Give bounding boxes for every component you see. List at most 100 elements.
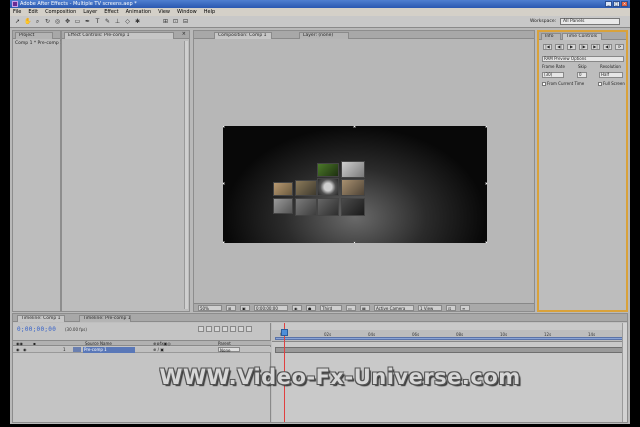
project-tab-row: Project (13, 31, 60, 39)
frame-blending-icon[interactable] (222, 326, 228, 332)
pen-tool-icon[interactable]: ✒ (84, 18, 91, 25)
menu-composition[interactable]: Composition (45, 9, 76, 15)
layer-visibility-icon[interactable]: ◉ (16, 347, 20, 352)
menu-window[interactable]: Window (177, 9, 197, 15)
motion-blur-icon[interactable] (230, 326, 236, 332)
bounding-handle[interactable] (353, 241, 356, 243)
show-channel-icon[interactable]: ● (306, 305, 316, 311)
type-tool-icon[interactable]: T (94, 18, 101, 25)
tab-project[interactable]: Project (15, 32, 53, 39)
view-axis-mode-icon[interactable]: ⊟ (182, 18, 189, 25)
frame-rate-field[interactable]: (30) (542, 72, 564, 78)
bounding-handle[interactable] (223, 241, 225, 243)
mask-tool-icon[interactable]: ▭ (74, 18, 81, 25)
time-tab-row: Info Time Controls (539, 32, 626, 40)
layer-row[interactable]: ◉ ◉ 1 Pre-comp 1 ⊕ / ▣ None (13, 347, 271, 353)
tab-layer[interactable]: Layer: (none) (299, 32, 349, 39)
bounding-handle[interactable] (353, 126, 356, 128)
snapshot-icon[interactable]: ◉ (292, 305, 302, 311)
current-time-indicator-handle[interactable] (281, 329, 288, 336)
menu-help[interactable]: Help (204, 9, 215, 15)
draft-3d-icon[interactable] (206, 326, 212, 332)
region-of-interest-icon[interactable]: ▭ (346, 305, 356, 311)
layer-audio-icon[interactable]: ◉ (23, 347, 27, 352)
skip-field[interactable]: 0 (577, 72, 587, 78)
next-frame-button[interactable]: |▶ (579, 44, 588, 50)
resolution-dropdown[interactable]: Third (320, 305, 342, 311)
maximize-button[interactable]: □ (613, 1, 620, 7)
transparency-grid-icon[interactable]: ▦ (360, 305, 370, 311)
full-screen-option[interactable]: Full Screen (598, 81, 625, 87)
selection-tool-icon[interactable]: ➚ (14, 18, 21, 25)
current-time-field[interactable]: 0;00;00;00 (254, 305, 288, 311)
menu-animation[interactable]: Animation (126, 9, 152, 15)
tab-composition[interactable]: Composition: Comp 1 (214, 32, 272, 39)
view-layout-dropdown[interactable]: 1 View (418, 305, 442, 311)
audio-button[interactable]: ◀) (603, 44, 612, 50)
play-button[interactable]: ▶ (567, 44, 576, 50)
bounding-handle[interactable] (485, 126, 487, 128)
workspace-dropdown[interactable]: All Panels (560, 18, 620, 25)
puppet-tool-icon[interactable]: ✱ (134, 18, 141, 25)
layer-label-color[interactable] (73, 347, 81, 352)
local-axis-mode-icon[interactable]: ⊞ (162, 18, 169, 25)
toggle-pixel-aspect-icon[interactable]: ⊡ (446, 305, 456, 311)
tab-effect-controls[interactable]: Effect Controls: Pre-comp 1 (64, 32, 174, 39)
menu-view[interactable]: View (158, 9, 170, 15)
layer-name[interactable]: Pre-comp 1 (83, 347, 135, 353)
tab-timeline-comp1[interactable]: Timeline: Comp 1 (17, 315, 65, 322)
from-current-time-option[interactable]: From Current Time (542, 81, 584, 87)
zoom-tool-icon[interactable]: ⌕ (34, 18, 41, 25)
zoom-dropdown[interactable]: 50% (198, 305, 222, 311)
bounding-handle[interactable] (485, 241, 487, 243)
menu-edit[interactable]: Edit (28, 9, 38, 15)
camera-view-dropdown[interactable]: Active Camera (374, 305, 414, 311)
menu-file[interactable]: File (13, 9, 21, 15)
menu-effect[interactable]: Effect (104, 9, 118, 15)
layer-switches-icon[interactable]: ⊕ / ▣ (153, 347, 164, 352)
bounding-handle[interactable] (223, 126, 225, 128)
timeline-scrollbar[interactable] (622, 323, 627, 422)
bounding-handle[interactable] (485, 182, 487, 185)
from-current-time-checkbox[interactable] (542, 82, 546, 86)
tab-timeline-precomp1[interactable]: Timeline: Pre-comp 1 (79, 315, 131, 322)
layer-duration-bar[interactable] (275, 347, 623, 353)
tab-time-controls[interactable]: Time Controls (562, 33, 602, 40)
world-axis-mode-icon[interactable]: ⊡ (172, 18, 179, 25)
composition-viewer[interactable] (223, 126, 487, 243)
last-frame-button[interactable]: ▶| (591, 44, 600, 50)
hide-shy-layers-icon[interactable] (214, 326, 220, 332)
bounding-handle[interactable] (223, 182, 225, 185)
resolution-field[interactable]: Half (599, 72, 623, 78)
graph-editor-icon[interactable] (246, 326, 252, 332)
preview-options-dropdown[interactable]: RAM Preview Options (542, 56, 624, 62)
close-button[interactable]: × (621, 1, 628, 7)
source-name-header[interactable]: Source Name (85, 341, 112, 346)
safe-zones-icon[interactable]: ⊞ (226, 305, 236, 311)
brainstorm-icon[interactable] (238, 326, 244, 332)
first-frame-button[interactable]: |◀ (543, 44, 552, 50)
full-screen-checkbox[interactable] (598, 82, 602, 86)
brush-tool-icon[interactable]: ✎ (104, 18, 111, 25)
effects-scrollbar[interactable] (184, 41, 188, 309)
timeline-timecode[interactable]: 0;00;00;00 (17, 326, 56, 333)
fast-previews-icon[interactable]: ≡ (460, 305, 470, 311)
previous-frame-button[interactable]: ◀| (555, 44, 564, 50)
hand-tool-icon[interactable]: ✋ (24, 18, 31, 25)
work-area-bar[interactable] (275, 337, 623, 340)
tab-info[interactable]: Info (541, 33, 561, 40)
parent-header[interactable]: Parent (218, 341, 231, 346)
loop-button[interactable]: ⟳ (615, 44, 624, 50)
time-ruler[interactable]: 0s 02s 04s 06s 08s 10s 12s 14s (272, 330, 627, 342)
clone-stamp-tool-icon[interactable]: ⊥ (114, 18, 121, 25)
rotate-tool-icon[interactable]: ↻ (44, 18, 51, 25)
minimize-button[interactable]: _ (605, 1, 612, 7)
menu-layer[interactable]: Layer (83, 9, 97, 15)
panel-close-icon[interactable]: × (182, 31, 186, 37)
pan-behind-tool-icon[interactable]: ✥ (64, 18, 71, 25)
parent-dropdown[interactable]: None (218, 347, 240, 353)
orbit-camera-tool-icon[interactable]: ◎ (54, 18, 61, 25)
live-update-icon[interactable] (198, 326, 204, 332)
eraser-tool-icon[interactable]: ◇ (124, 18, 131, 25)
mask-visibility-icon[interactable]: ▣ (240, 305, 250, 311)
